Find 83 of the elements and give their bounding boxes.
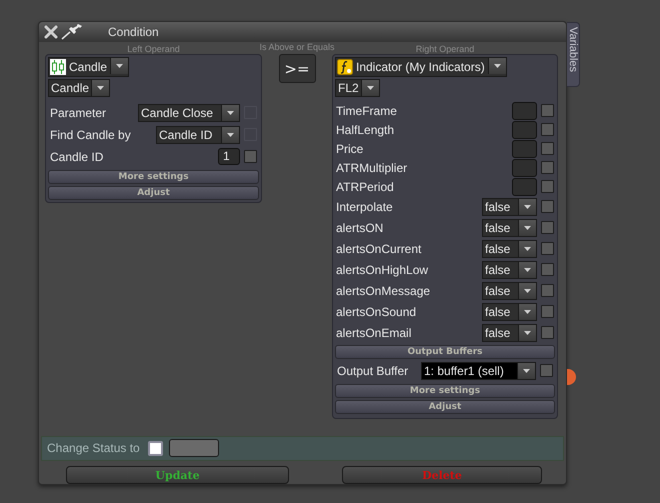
parameter-label: alertsOnMessage [336, 284, 432, 298]
input-field[interactable] [512, 120, 537, 139]
parameter-label: alertsOnCurrent [336, 242, 422, 256]
pin-icon[interactable] [61, 24, 83, 40]
parameter-label: Output Buffer [337, 364, 410, 378]
checkbox[interactable] [541, 263, 554, 276]
caret-icon[interactable] [518, 220, 536, 236]
caret-icon[interactable] [518, 198, 536, 215]
parameter-label: HalfLength [336, 122, 396, 137]
checkbox[interactable] [541, 180, 554, 194]
checkbox[interactable] [541, 200, 554, 214]
status-checkbox[interactable] [148, 440, 163, 456]
dropdown[interactable]: Candle [48, 79, 110, 98]
parameter-label: alertsOnSound [336, 304, 418, 319]
dropdown[interactable]: false [482, 218, 537, 237]
dropdown[interactable]: Candle ID [156, 126, 240, 144]
parameter-label: ATRMultiplier [336, 160, 408, 175]
section-heading: Left Operand [127, 43, 180, 54]
candlestick-icon [50, 59, 66, 76]
operator-button[interactable]: >= [278, 54, 316, 84]
checkbox[interactable] [541, 221, 554, 234]
operator-label: Is Above or Equals [259, 41, 335, 52]
caret-icon[interactable] [518, 282, 536, 299]
dropdown[interactable]: false [482, 324, 537, 342]
parameter-label: Interpolate [336, 200, 394, 214]
checkbox[interactable] [541, 123, 554, 136]
parameter-label: Candle ID [50, 150, 104, 164]
checkbox[interactable] [541, 104, 554, 118]
dropdown[interactable]: Candle [48, 57, 130, 78]
checkbox[interactable] [541, 284, 554, 298]
parameter-label: alertsOnHighLow [336, 262, 430, 277]
dropdown[interactable]: false [482, 302, 537, 321]
parameter-label: alertsOnEmail [336, 326, 412, 340]
parameter-label: TimeFrame [336, 104, 398, 118]
dropdown[interactable]: false [482, 260, 537, 279]
dropdown[interactable]: false [482, 198, 537, 216]
caret-icon[interactable] [360, 80, 379, 96]
close-icon[interactable] [44, 25, 58, 40]
panel-button[interactable]: Adjust [48, 186, 259, 200]
input-field[interactable] [512, 178, 537, 196]
section-header: Output Buffers [335, 345, 555, 360]
parameter-label: alertsON [336, 220, 384, 235]
input-field[interactable] [512, 102, 537, 120]
checkbox[interactable] [541, 242, 554, 256]
dropdown[interactable]: false [482, 240, 537, 258]
caret-icon[interactable] [518, 324, 536, 341]
dropdown[interactable]: Candle Close [138, 104, 240, 122]
parameter-label: Find Candle by [50, 128, 132, 142]
status-field[interactable] [168, 439, 219, 458]
caret-icon[interactable] [110, 58, 128, 74]
caret-icon[interactable] [517, 362, 535, 379]
checkbox[interactable] [244, 150, 257, 164]
dropdown[interactable]: FL2 [335, 79, 380, 98]
panel-button[interactable]: More settings [335, 384, 555, 398]
caret-icon[interactable] [221, 126, 239, 143]
checkbox[interactable] [541, 142, 554, 156]
dropdown[interactable]: Indicator (My Indicators) [335, 57, 507, 78]
window-title: Condition [108, 25, 159, 40]
caret-icon[interactable] [488, 58, 506, 74]
parameter-label: ATRPeriod [336, 180, 395, 194]
caret-icon[interactable] [518, 304, 536, 320]
panel-button[interactable]: Adjust [335, 400, 555, 414]
caret-icon[interactable] [518, 240, 536, 257]
function-icon [337, 59, 353, 76]
variables-tab[interactable]: Variables [567, 22, 580, 87]
caret-icon[interactable] [518, 262, 536, 278]
input-field[interactable] [512, 140, 537, 158]
status-label: Change Status to [47, 441, 140, 456]
panel-button[interactable]: More settings [48, 170, 259, 184]
update-button[interactable]: Update [66, 466, 289, 484]
input-field[interactable] [512, 158, 537, 177]
checkbox[interactable] [541, 326, 554, 340]
dropdown[interactable]: false [482, 282, 537, 300]
dropdown[interactable]: 1: buffer1 (sell) [421, 362, 536, 380]
section-heading: Right Operand [416, 43, 474, 54]
checkbox[interactable] [541, 161, 554, 174]
caret-icon[interactable] [91, 80, 110, 96]
checkbox[interactable] [540, 364, 553, 378]
parameter-label: Price [336, 142, 364, 156]
parameter-label: Parameter [50, 106, 108, 120]
caret-icon[interactable] [221, 104, 239, 121]
checkbox[interactable] [541, 305, 554, 318]
number-field[interactable]: 1 [218, 148, 240, 166]
